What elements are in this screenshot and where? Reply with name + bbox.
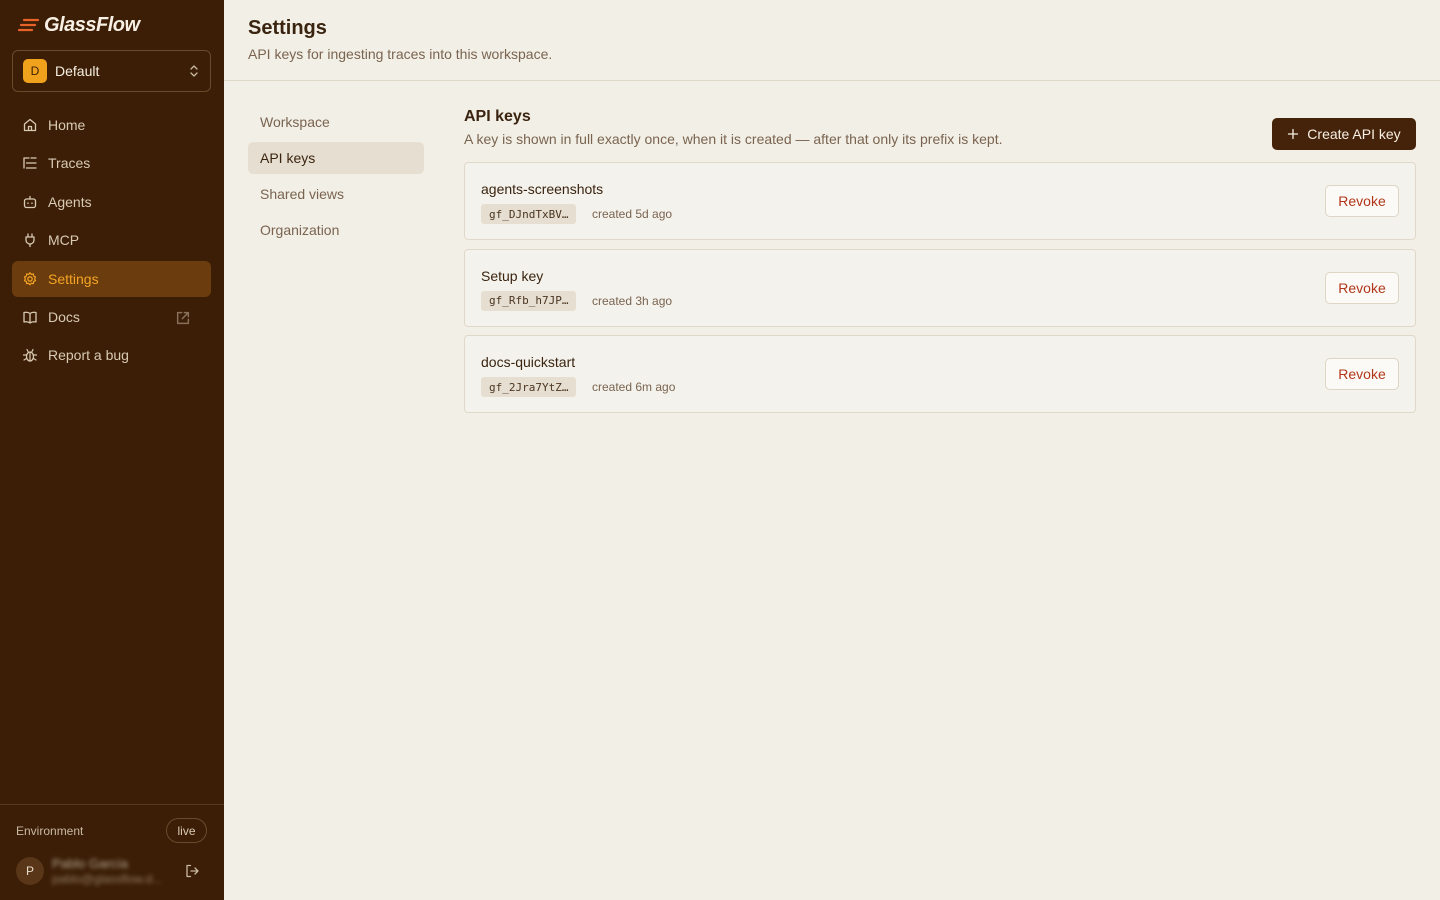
sidebar-item-label: MCP: [48, 232, 80, 249]
api-key-prefix: gf_Rfb_h7JP…: [481, 290, 577, 311]
api-key-card: docs-quickstart gf_2Jra7YtZ… created 6m …: [464, 335, 1416, 413]
bug-icon: [22, 349, 38, 362]
api-key-created: created 6m ago: [592, 380, 676, 394]
app-name: GlassFlow: [44, 13, 140, 36]
api-key-prefix: gf_DJndTxBV…: [481, 204, 577, 224]
user-name: Pablo García: [52, 855, 128, 871]
workspace-badge: D: [23, 59, 47, 83]
sidebar-item-docs[interactable]: Docs: [12, 299, 211, 335]
plug-icon: [25, 233, 35, 248]
glassflow-logo-icon: [18, 18, 40, 32]
workspace-select[interactable]: D Default: [12, 50, 211, 92]
environment-label: Environment: [16, 824, 84, 838]
environment-badge[interactable]: live: [166, 818, 207, 843]
sidebar-item-agents[interactable]: Agents: [12, 184, 211, 220]
logout-icon[interactable]: [184, 863, 200, 879]
sidebar-divider: [0, 804, 224, 805]
home-icon: [23, 118, 37, 132]
page-subtitle: API keys for ingesting traces into this …: [248, 46, 553, 62]
sidebar-item-home[interactable]: Home: [12, 107, 211, 143]
sidebar-item-label: Docs: [48, 308, 80, 325]
page-header: Settings API keys for ingesting traces i…: [224, 0, 1440, 81]
book-icon: [23, 311, 37, 324]
settings-subnav: Workspace API keys Shared views Organiza…: [248, 106, 424, 250]
api-key-prefix: gf_2Jra7YtZ…: [481, 377, 577, 397]
user-profile[interactable]: P Pablo García pablo@glassflow.d...: [16, 856, 208, 886]
sidebar-item-traces[interactable]: Traces: [12, 145, 211, 181]
sidebar-item-label: Report a bug: [48, 347, 129, 364]
sidebar-item-settings[interactable]: Settings: [12, 260, 211, 297]
api-key-created: created 3h ago: [592, 293, 673, 308]
subnav-item-organization[interactable]: Organization: [248, 214, 424, 246]
api-keys-section: API keys A key is shown in full exactly …: [464, 106, 1416, 413]
api-key-name: docs-quickstart: [481, 354, 576, 370]
subnav-item-api-keys[interactable]: API keys: [248, 142, 424, 174]
external-link-icon: [176, 311, 190, 325]
logo[interactable]: GlassFlow: [18, 12, 140, 38]
robot-icon: [23, 195, 37, 208]
gear-icon: [23, 271, 37, 285]
api-key-created: created 5d ago: [592, 207, 673, 221]
create-api-key-button[interactable]: Create API key: [1272, 118, 1416, 150]
page-title: Settings: [248, 17, 327, 39]
api-key-card: agents-screenshots gf_DJndTxBV… created …: [464, 162, 1416, 240]
subnav-item-shared-views[interactable]: Shared views: [248, 178, 424, 210]
api-key-name: Setup key: [481, 267, 544, 284]
sidebar-nav: Home Traces Agents MCP Settings Docs Rep…: [12, 107, 211, 376]
sidebar: GlassFlow D Default Home Traces Agents M…: [0, 0, 224, 900]
revoke-button[interactable]: Revoke: [1325, 185, 1399, 217]
subnav-item-workspace[interactable]: Workspace: [248, 106, 424, 138]
sidebar-item-label: Settings: [48, 270, 99, 287]
sidebar-item-report-bug[interactable]: Report a bug: [12, 337, 211, 373]
api-key-list: agents-screenshots gf_DJndTxBV… created …: [464, 162, 1416, 422]
api-key-card: Setup key gf_Rfb_h7JP… created 3h ago Re…: [464, 248, 1416, 327]
user-email: pablo@glassflow.d...: [52, 871, 163, 886]
revoke-button[interactable]: Revoke: [1325, 358, 1399, 390]
sidebar-item-label: Home: [48, 117, 86, 133]
user-info: Pablo García pablo@glassflow.d...: [52, 856, 172, 887]
revoke-button[interactable]: Revoke: [1325, 271, 1399, 304]
workspace-name: Default: [55, 63, 100, 79]
create-api-key-label: Create API key: [1307, 126, 1401, 142]
avatar: P: [16, 857, 44, 885]
sidebar-item-mcp[interactable]: MCP: [12, 222, 211, 258]
sidebar-item-label: Traces: [48, 155, 91, 172]
traces-icon: [23, 157, 37, 170]
sidebar-item-label: Agents: [48, 193, 92, 210]
api-key-name: agents-screenshots: [481, 181, 604, 197]
plus-icon: [1288, 128, 1299, 140]
chevron-up-down-icon: [190, 65, 198, 77]
